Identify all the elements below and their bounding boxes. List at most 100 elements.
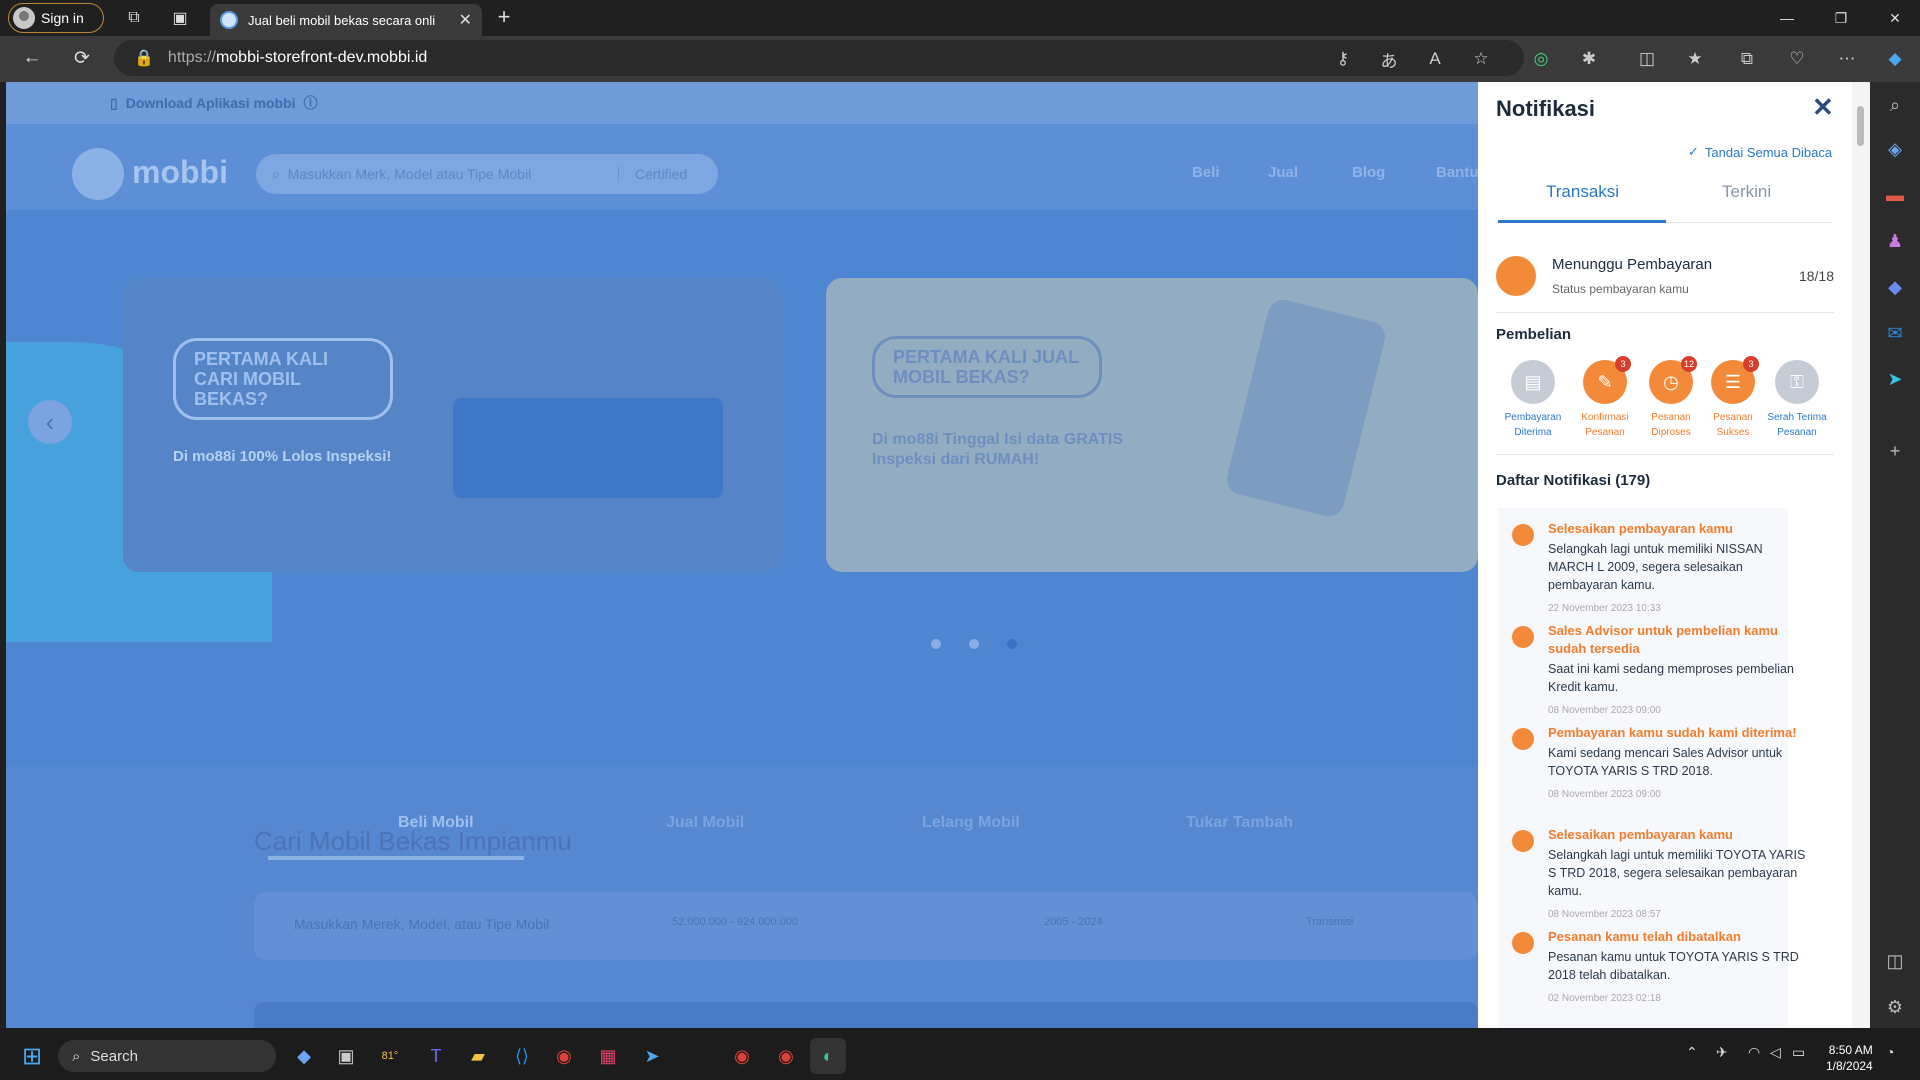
split-screen-icon[interactable]: ◫ (1630, 42, 1664, 76)
file-explorer-icon[interactable]: ▰ (460, 1038, 496, 1074)
keyword-input[interactable]: Masukkan Merek, Model, atau Tipe Mobil (294, 916, 549, 932)
tab-jual-mobil[interactable]: Jual Mobil (666, 814, 744, 832)
carousel-dot-3[interactable] (1007, 639, 1017, 649)
notif-title: Selesaikan pembayaran kamu (1548, 521, 1733, 536)
favorites-icon[interactable]: ★ (1678, 42, 1712, 76)
active-tab[interactable]: Jual beli mobil bekas secara onli ✕ (210, 4, 482, 36)
search-filter-select[interactable]: Certified (618, 166, 718, 182)
sign-in-button[interactable]: Sign in (8, 3, 104, 33)
page-content: ▯ Download Aplikasi mobbi ⓘ mobbi ⌕ Masukk… (6, 82, 1478, 1028)
refresh-icon[interactable]: ⟳ (64, 40, 100, 76)
nav-bantuan[interactable]: Bantu (1436, 164, 1478, 181)
chrome-icon[interactable]: ◉ (546, 1038, 582, 1074)
price-range-select[interactable]: 52.000.000 - 924.000.000 (672, 916, 798, 928)
payment-notif-icon (1512, 830, 1534, 852)
year-range-select[interactable]: 2005 - 2024 (1044, 916, 1103, 928)
nav-beli[interactable]: Beli (1192, 164, 1220, 181)
stopwatch-icon: ◷ 12 (1649, 356, 1697, 404)
handover-key-icon: ⚿ (1775, 360, 1819, 404)
read-aloud-icon[interactable]: A (1418, 42, 1452, 76)
step-order-confirmation[interactable]: ✎ 3 Konfirmasi Pesanan (1574, 356, 1636, 440)
banner1-subtitle: Di mo88i 100% Lolos Inspeksi! (173, 448, 392, 465)
nav-blog[interactable]: Blog (1352, 164, 1385, 181)
translate-icon[interactable]: あ (1372, 42, 1406, 76)
step-order-success[interactable]: ☰ 3 Pesanan Sukses (1702, 356, 1764, 440)
tab-tukar-tambah[interactable]: Tukar Tambah (1186, 814, 1293, 832)
tab-lelang-mobil[interactable]: Lelang Mobil (922, 814, 1020, 832)
download-app-bar[interactable]: ▯ Download Aplikasi mobbi ⓘ (6, 82, 1478, 124)
site-search-input[interactable]: ⌕ Masukkan Merk, Model atau Tipe Mobil Ce… (256, 154, 718, 194)
toolbox-icon[interactable]: ▬ (1878, 178, 1912, 212)
close-panel-icon[interactable]: ✕ (1812, 92, 1834, 123)
close-tab-icon[interactable]: ✕ (459, 10, 472, 30)
tab-actions-icon[interactable]: ▣ (162, 0, 198, 36)
sidebar-search-icon[interactable]: ⌕ (1878, 88, 1912, 122)
nav-jual[interactable]: Jual (1268, 164, 1298, 181)
sidebar-layout-icon[interactable]: ◫ (1878, 944, 1912, 978)
add-sidebar-app-icon[interactable]: + (1878, 434, 1912, 468)
battery-icon[interactable]: ▭ (1792, 1044, 1805, 1061)
tab-transaksi[interactable]: Transaksi (1546, 182, 1619, 202)
received-notif-icon (1512, 728, 1534, 750)
outlook-icon[interactable]: ✉ (1878, 316, 1912, 350)
close-window-button[interactable]: ✕ (1870, 0, 1920, 36)
step-handover[interactable]: ⚿ Serah Terima Pesanan (1766, 360, 1828, 440)
step-order-processed[interactable]: ◷ 12 Pesanan Diproses (1640, 356, 1702, 440)
app-arrow-icon[interactable]: ➤ (634, 1038, 670, 1074)
step-payment-received[interactable]: ▤ Pembayaran Diterima (1502, 360, 1564, 440)
notification-bell-icon[interactable]: ◔ (1886, 1044, 1894, 1060)
carousel-prev-button[interactable]: ‹ (28, 400, 72, 444)
info-icon: ⓘ (303, 95, 318, 111)
collections-icon[interactable]: ⧉ (1730, 42, 1764, 76)
copilot-icon[interactable]: ◆ (1878, 42, 1912, 76)
copilot-taskbar-icon[interactable]: ◆ (286, 1038, 322, 1074)
workspaces-icon[interactable]: ⧉ (116, 0, 152, 36)
task-view-icon[interactable]: ▣ (328, 1038, 364, 1074)
drop-icon[interactable]: ➤ (1878, 362, 1912, 396)
games-icon[interactable]: ♟ (1878, 224, 1912, 258)
mark-all-read-button[interactable]: ✓ Tandai Semua Dibaca (1688, 144, 1832, 160)
more-menu-icon[interactable]: ⋯ (1830, 42, 1864, 76)
weather-widget[interactable]: 81° (372, 1038, 408, 1074)
volume-icon[interactable]: ◁ (1770, 1044, 1781, 1061)
carousel-dot-1[interactable] (931, 639, 941, 649)
shopping-tag-icon[interactable]: ◈ (1878, 132, 1912, 166)
chrome-profile-icon[interactable]: ◉ (724, 1038, 760, 1074)
banner2-title: PERTAMA KALI JUAL MOBIL BEKAS? (872, 336, 1102, 398)
copilot-sidebar-icon[interactable]: ◆ (1878, 270, 1912, 304)
waiting-payment-row[interactable]: Menunggu Pembayaran Status pembayaran ka… (1496, 256, 1834, 312)
vscode-icon[interactable]: ⟨⟩ (504, 1038, 540, 1074)
tray-network-off-icon[interactable]: ✈ (1716, 1044, 1728, 1061)
minimize-button[interactable]: — (1762, 0, 1812, 36)
edge-taskbar-icon[interactable]: ◐ (810, 1038, 846, 1074)
extensions-icon[interactable]: ✱ (1572, 42, 1606, 76)
address-bar[interactable]: 🔒 https://mobbi-storefront-dev.mobbi.id (114, 40, 1524, 76)
restore-button[interactable]: ❐ (1816, 0, 1866, 36)
banner-jual-mobil[interactable]: PERTAMA KALI JUAL MOBIL BEKAS? Di mo88i … (826, 278, 1478, 572)
banner-cari-mobil[interactable]: PERTAMA KALI CARI MOBIL BEKAS? Di mo88i … (123, 278, 781, 572)
mobbi-logo[interactable]: mobbi (72, 148, 232, 200)
notif-time: 22 November 2023 10:33 (1548, 603, 1661, 614)
panel-scrollbar[interactable] (1852, 82, 1870, 1028)
windows-start-icon[interactable]: ⊞ (14, 1038, 50, 1074)
notif-title: Selesaikan pembayaran kamu (1548, 827, 1733, 842)
step-label-3b: Diproses (1651, 427, 1691, 438)
taskbar-search[interactable]: ⌕ Search (58, 1040, 276, 1072)
new-tab-button[interactable]: + (490, 4, 518, 32)
browser-essentials-icon[interactable]: ♡ (1780, 42, 1814, 76)
tab-terkini[interactable]: Terkini (1722, 182, 1771, 202)
key-icon[interactable]: ⚷ (1326, 42, 1360, 76)
chrome-profile-2-icon[interactable]: ◉ (768, 1038, 804, 1074)
wifi-icon[interactable]: ◠ (1748, 1044, 1760, 1061)
intellij-icon[interactable]: ▦ (590, 1038, 626, 1074)
clock[interactable]: 8:50 AM 1/8/2024 (1826, 1042, 1873, 1074)
extension-green-icon[interactable]: ◎ (1524, 42, 1558, 76)
back-icon[interactable]: ← (14, 40, 50, 76)
transmission-select[interactable]: Transmisi (1306, 916, 1353, 928)
favorite-star-icon[interactable]: ☆ (1464, 42, 1498, 76)
tray-chevron-icon[interactable]: ⌃ (1686, 1044, 1698, 1061)
teams-icon[interactable]: T (418, 1038, 454, 1074)
sidebar-settings-icon[interactable]: ⚙ (1878, 990, 1912, 1024)
carousel-dot-2[interactable] (969, 639, 979, 649)
advisor-notif-icon (1512, 626, 1534, 648)
